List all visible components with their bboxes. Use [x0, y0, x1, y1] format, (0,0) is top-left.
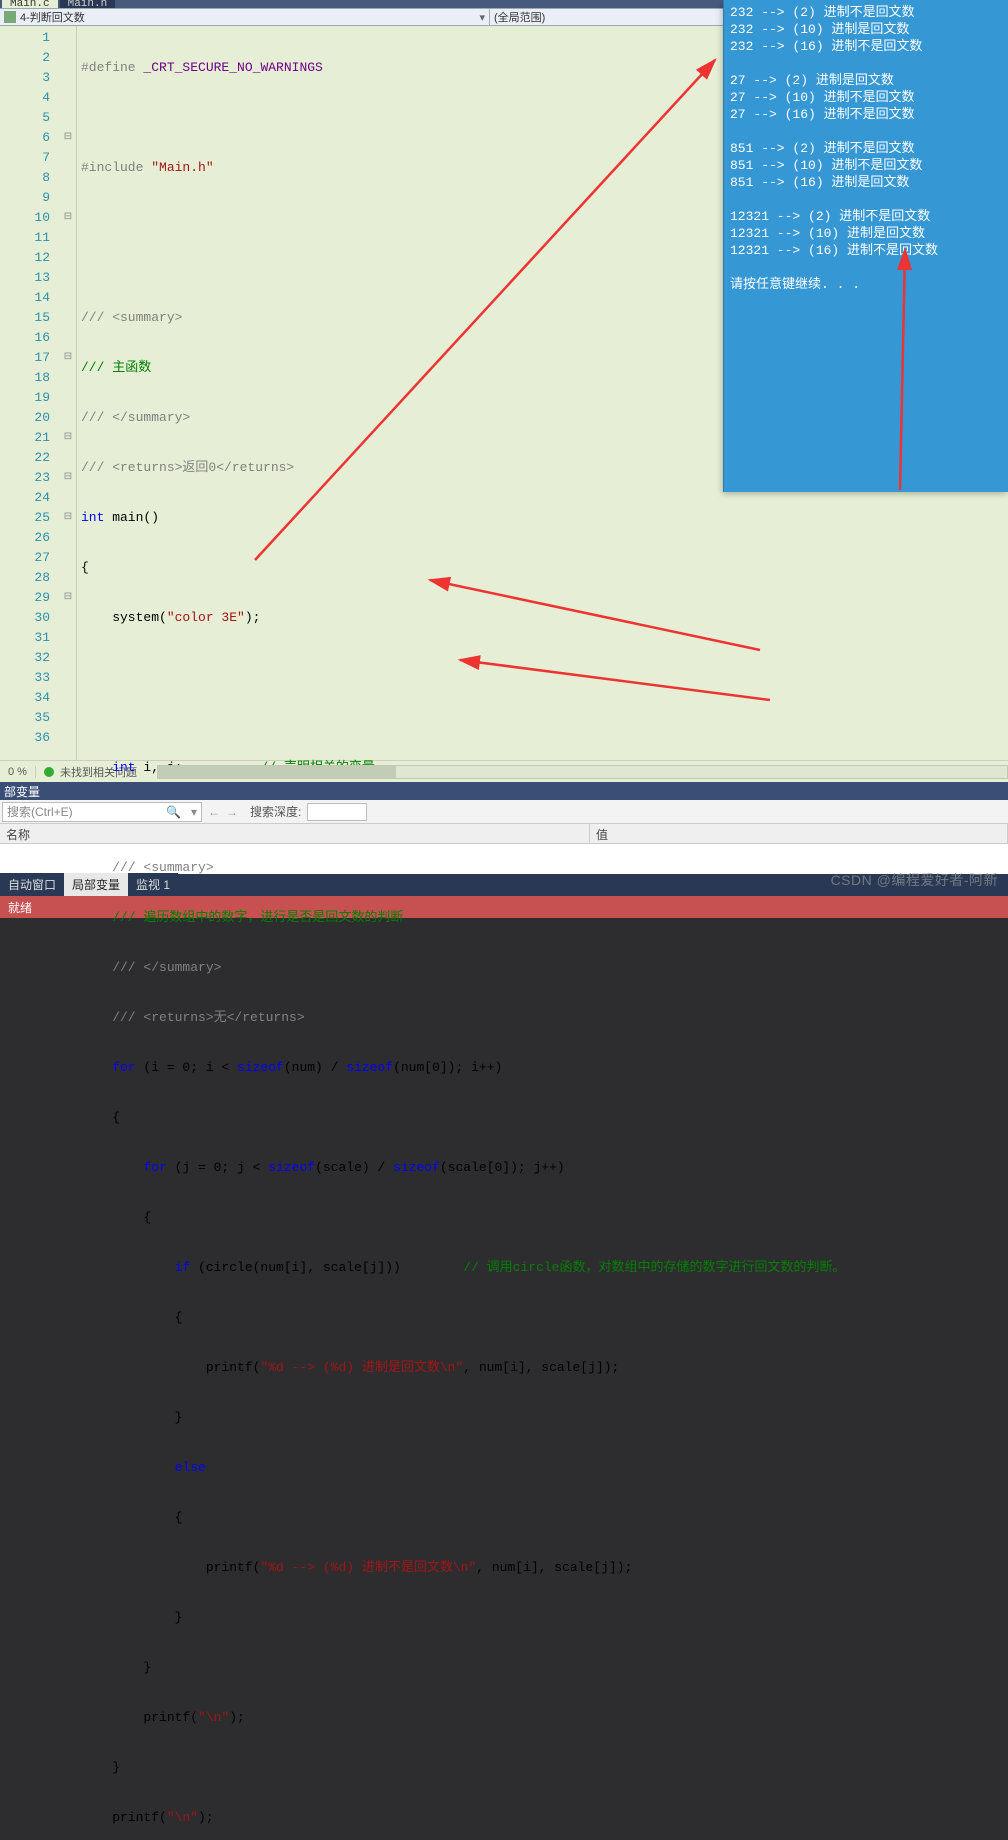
zoom-level[interactable]: 0 %	[0, 766, 36, 778]
line-number-gutter: 1234567891011121314151617181920212223242…	[0, 26, 60, 760]
tab-main-c[interactable]: Main.c	[2, 0, 58, 8]
console-output: 232 --> (2) 进制不是回文数 232 --> (10) 进制是回文数 …	[723, 0, 1008, 492]
horizontal-scrollbar[interactable]	[157, 765, 1008, 779]
tab-auto[interactable]: 自动窗口	[0, 873, 64, 896]
project-icon	[4, 11, 16, 23]
fold-gutter: ⊟⊟⊟⊟⊟⊟⊟	[60, 26, 76, 760]
watermark: CSDN @编程爱好者-阿新	[831, 870, 998, 890]
search-placeholder: 搜索(Ctrl+E)	[7, 803, 73, 820]
scope-project-dropdown[interactable]: 4-判断回文数 ▾	[0, 9, 490, 25]
status-ok-icon	[44, 767, 54, 777]
scope-global-label: (全局范围)	[494, 9, 545, 25]
chevron-down-icon: ▾	[479, 11, 485, 24]
tab-main-h[interactable]: Main.h	[60, 0, 116, 8]
status-text: 就绪	[8, 901, 32, 915]
scope-project-label: 4-判断回文数	[20, 9, 85, 25]
